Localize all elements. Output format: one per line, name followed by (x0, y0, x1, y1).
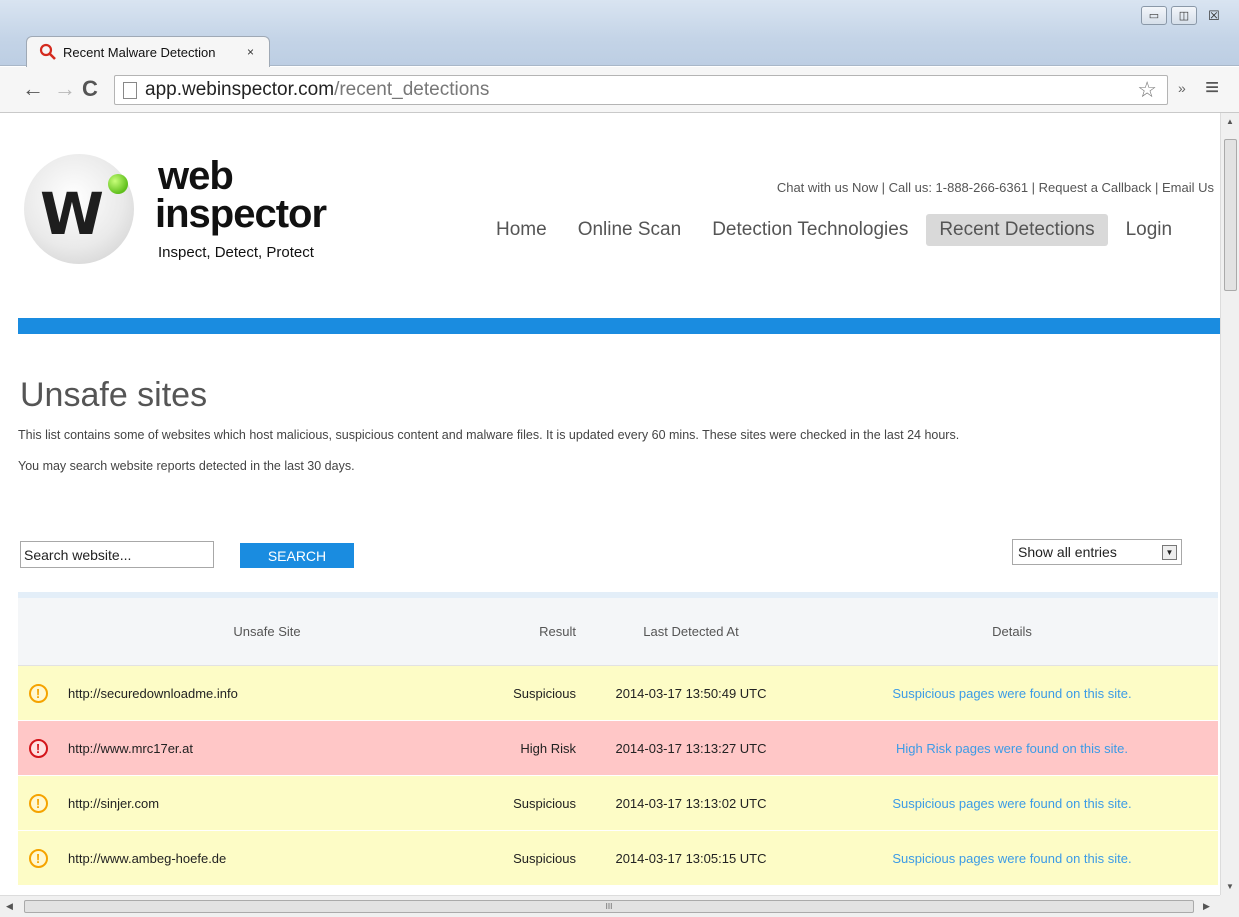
nav-home[interactable]: Home (494, 214, 560, 246)
table-row: ! http://www.ambeg-hoefe.de Suspicious 2… (18, 831, 1218, 886)
horizontal-scroll-thumb[interactable]: III (24, 900, 1194, 913)
nav-online-scan[interactable]: Online Scan (565, 214, 695, 246)
scroll-left-arrow-icon[interactable]: ◀ (6, 901, 13, 912)
row-site[interactable]: http://www.mrc17er.at (58, 741, 476, 756)
row-date: 2014-03-17 13:50:49 UTC (615, 685, 767, 701)
row-date: 2014-03-17 13:13:27 UTC (615, 740, 767, 756)
back-arrow-icon[interactable]: ← (22, 77, 44, 101)
page-description-secondary: You may search website reports detected … (18, 459, 355, 473)
row-date: 2014-03-17 13:13:02 UTC (615, 795, 767, 811)
nav-detection-technologies[interactable]: Detection Technologies (699, 214, 921, 246)
logo-w: W (40, 180, 104, 248)
header-details[interactable]: Details (806, 624, 1218, 639)
unsafe-sites-table: Unsafe Site Result Last Detected At Deta… (18, 592, 1218, 886)
tab-close-icon[interactable]: × (247, 45, 254, 59)
logo-green-dot (108, 174, 128, 194)
row-site[interactable]: http://www.ambeg-hoefe.de (58, 851, 476, 866)
scroll-down-arrow-icon[interactable]: ▼ (1226, 882, 1234, 891)
tab-title: Recent Malware Detection (63, 44, 216, 60)
header-unsafe-site[interactable]: Unsafe Site (58, 624, 476, 639)
row-result: High Risk (520, 740, 576, 756)
address-bar[interactable]: app.webinspector.com/recent_detections ☆ (114, 75, 1168, 105)
row-result: Suspicious (513, 795, 576, 811)
extensions-chevron-icon[interactable]: » (1178, 80, 1186, 96)
page-description: This list contains some of websites whic… (18, 428, 960, 442)
search-button[interactable]: SEARCH (240, 543, 354, 568)
browser-tab[interactable]: Recent Malware Detection × (26, 36, 270, 67)
reload-icon[interactable]: C (82, 77, 98, 101)
logo-inspector[interactable]: inspector (155, 194, 327, 234)
nav-recent-detections[interactable]: Recent Detections (926, 214, 1108, 246)
search-website-input[interactable] (20, 541, 214, 568)
table-row: ! http://www.mrc17er.at High Risk 2014-0… (18, 721, 1218, 776)
logo-web[interactable]: web (158, 156, 234, 196)
header-last-detected[interactable]: Last Detected At (576, 624, 806, 639)
minimize-button[interactable]: ▭ (1141, 6, 1167, 25)
magnifier-bug-icon (39, 43, 56, 60)
main-nav: Home Online Scan Detection Technologies … (494, 214, 1190, 246)
row-result: Suspicious (513, 685, 576, 701)
nav-login[interactable]: Login (1113, 214, 1186, 246)
page-content: W web inspector Inspect, Detect, Protect… (0, 114, 1220, 895)
scroll-up-arrow-icon[interactable]: ▲ (1226, 117, 1234, 126)
page-icon (123, 81, 137, 99)
vertical-scrollbar[interactable]: ▲ ▼ (1220, 113, 1239, 895)
show-entries-value: Show all entries (1018, 544, 1117, 560)
suspicious-warning-icon: ! (28, 683, 48, 703)
header-result[interactable]: Result (476, 624, 576, 639)
table-header: Unsafe Site Result Last Detected At Deta… (18, 592, 1218, 666)
scrollbar-corner (1220, 895, 1239, 917)
vertical-scroll-thumb[interactable] (1224, 139, 1237, 291)
row-site[interactable]: http://securedownloadme.info (58, 686, 476, 701)
browser-toolbar: ← → C app.webinspector.com/recent_detect… (0, 67, 1239, 113)
scroll-right-arrow-icon[interactable]: ▶ (1203, 901, 1210, 912)
forward-arrow-icon[interactable]: → (54, 77, 76, 101)
row-details-link[interactable]: Suspicious pages were found on this site… (806, 686, 1218, 701)
high-risk-warning-icon: ! (28, 738, 48, 758)
dropdown-arrow-icon[interactable]: ▼ (1162, 545, 1177, 560)
browser-menu-icon[interactable]: ≡ (1205, 74, 1219, 102)
table-row: ! http://securedownloadme.info Suspiciou… (18, 666, 1218, 721)
table-row: ! http://sinjer.com Suspicious 2014-03-1… (18, 776, 1218, 831)
bookmark-star-icon[interactable]: ☆ (1137, 77, 1157, 103)
row-details-link[interactable]: High Risk pages were found on this site. (806, 741, 1218, 756)
logo-tagline: Inspect, Detect, Protect (158, 244, 314, 261)
show-entries-select[interactable]: Show all entries ▼ (1012, 539, 1182, 565)
suspicious-warning-icon: ! (28, 793, 48, 813)
browser-titlebar: Recent Malware Detection × ▭ ◫ ☒ (0, 0, 1239, 67)
url-path: /recent_detections (334, 79, 490, 100)
row-result: Suspicious (513, 850, 576, 866)
maximize-button[interactable]: ◫ (1171, 6, 1197, 25)
suspicious-warning-icon: ! (28, 848, 48, 868)
row-site[interactable]: http://sinjer.com (58, 796, 476, 811)
row-date: 2014-03-17 13:05:15 UTC (615, 850, 767, 866)
row-details-link[interactable]: Suspicious pages were found on this site… (806, 851, 1218, 866)
horizontal-scrollbar[interactable]: ◀ III ▶ (0, 895, 1220, 917)
window-controls: ▭ ◫ ☒ (1141, 6, 1227, 25)
contact-links[interactable]: Chat with us Now | Call us: 1-888-266-63… (777, 180, 1214, 195)
page-title: Unsafe sites (20, 376, 208, 414)
row-details-link[interactable]: Suspicious pages were found on this site… (806, 796, 1218, 811)
close-window-button[interactable]: ☒ (1201, 6, 1227, 25)
url-host: app.webinspector.com (145, 79, 335, 100)
header-divider-band (18, 318, 1220, 334)
